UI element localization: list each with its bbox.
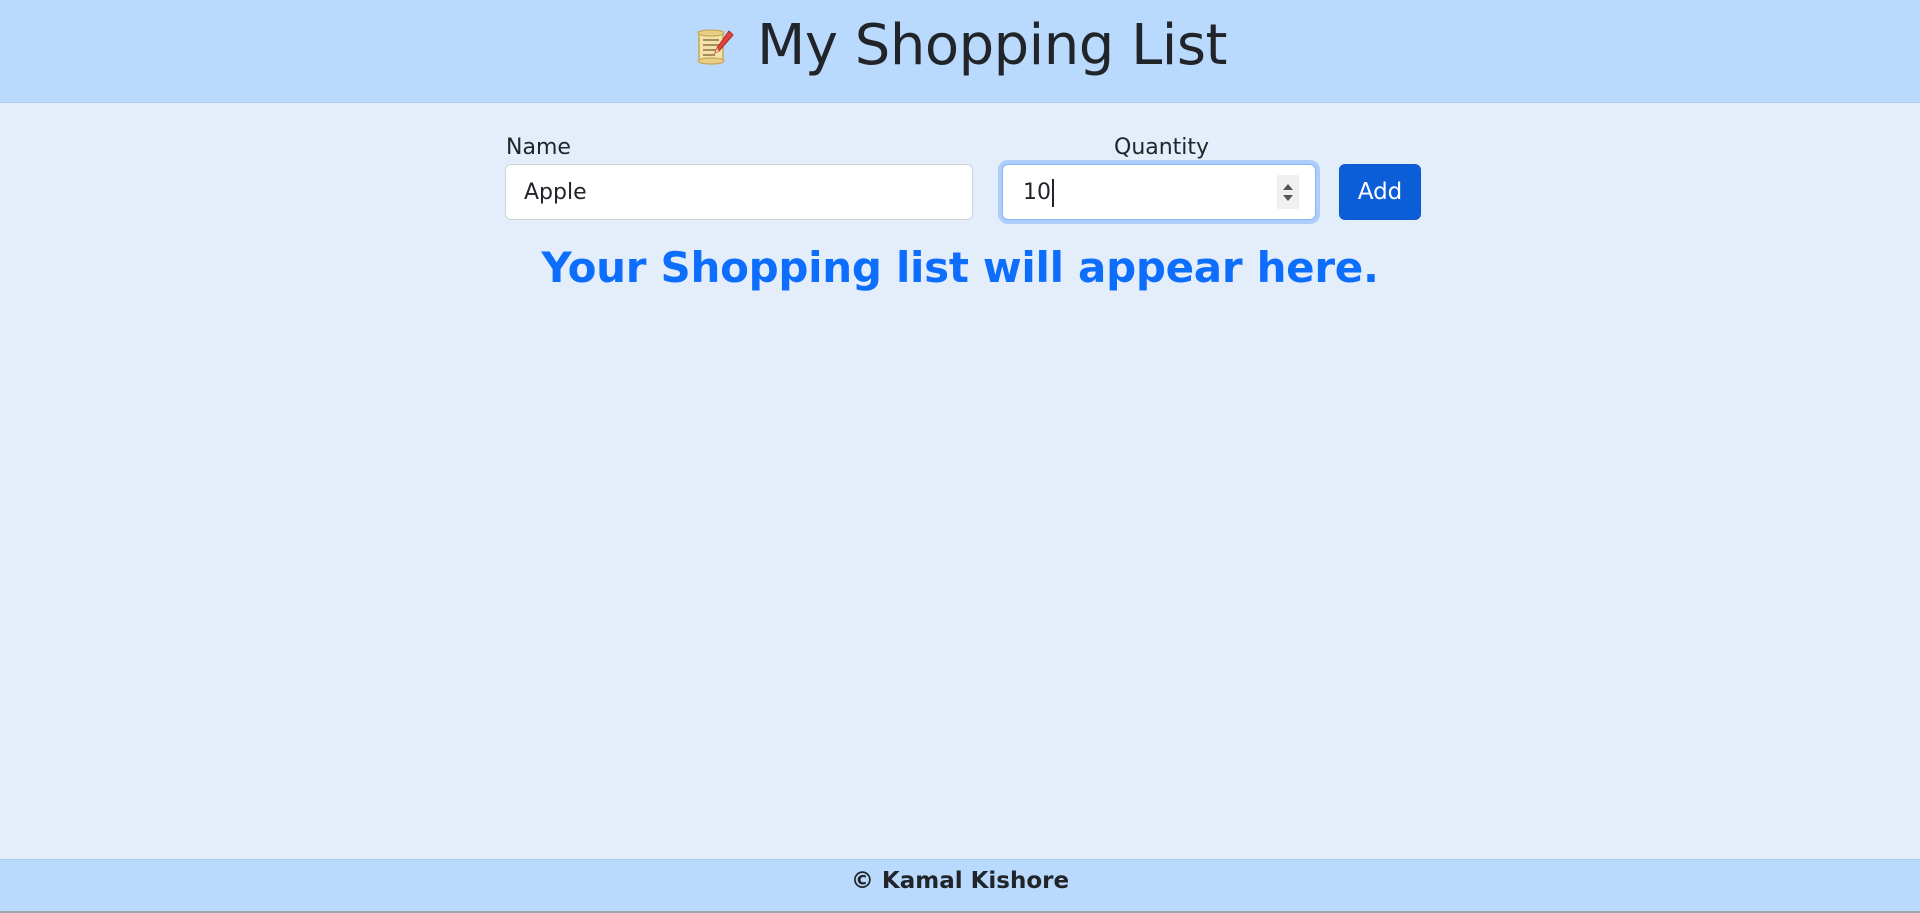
text-caret (1052, 179, 1054, 207)
app-header: My Shopping List (0, 0, 1920, 103)
empty-list-message: Your Shopping list will appear here. (541, 243, 1379, 292)
footer: © Kamal Kishore (0, 859, 1920, 913)
increment-arrow-icon[interactable] (1283, 184, 1293, 190)
quantity-label: Quantity (1114, 135, 1210, 160)
name-input[interactable] (505, 164, 973, 220)
name-label: Name (506, 135, 571, 160)
header-content: My Shopping List (0, 8, 1920, 84)
add-button[interactable]: Add (1339, 164, 1421, 220)
decrement-arrow-icon[interactable] (1283, 195, 1293, 201)
footer-copyright: © Kamal Kishore (850, 868, 1070, 894)
quantity-input[interactable]: 10 (1002, 164, 1316, 220)
scroll-pencil-icon (693, 25, 735, 67)
quantity-value: 10 (1023, 179, 1054, 207)
quantity-stepper[interactable] (1277, 175, 1299, 209)
page-title: My Shopping List (757, 13, 1227, 78)
add-item-form: Name Quantity 10 Add (0, 130, 1920, 230)
